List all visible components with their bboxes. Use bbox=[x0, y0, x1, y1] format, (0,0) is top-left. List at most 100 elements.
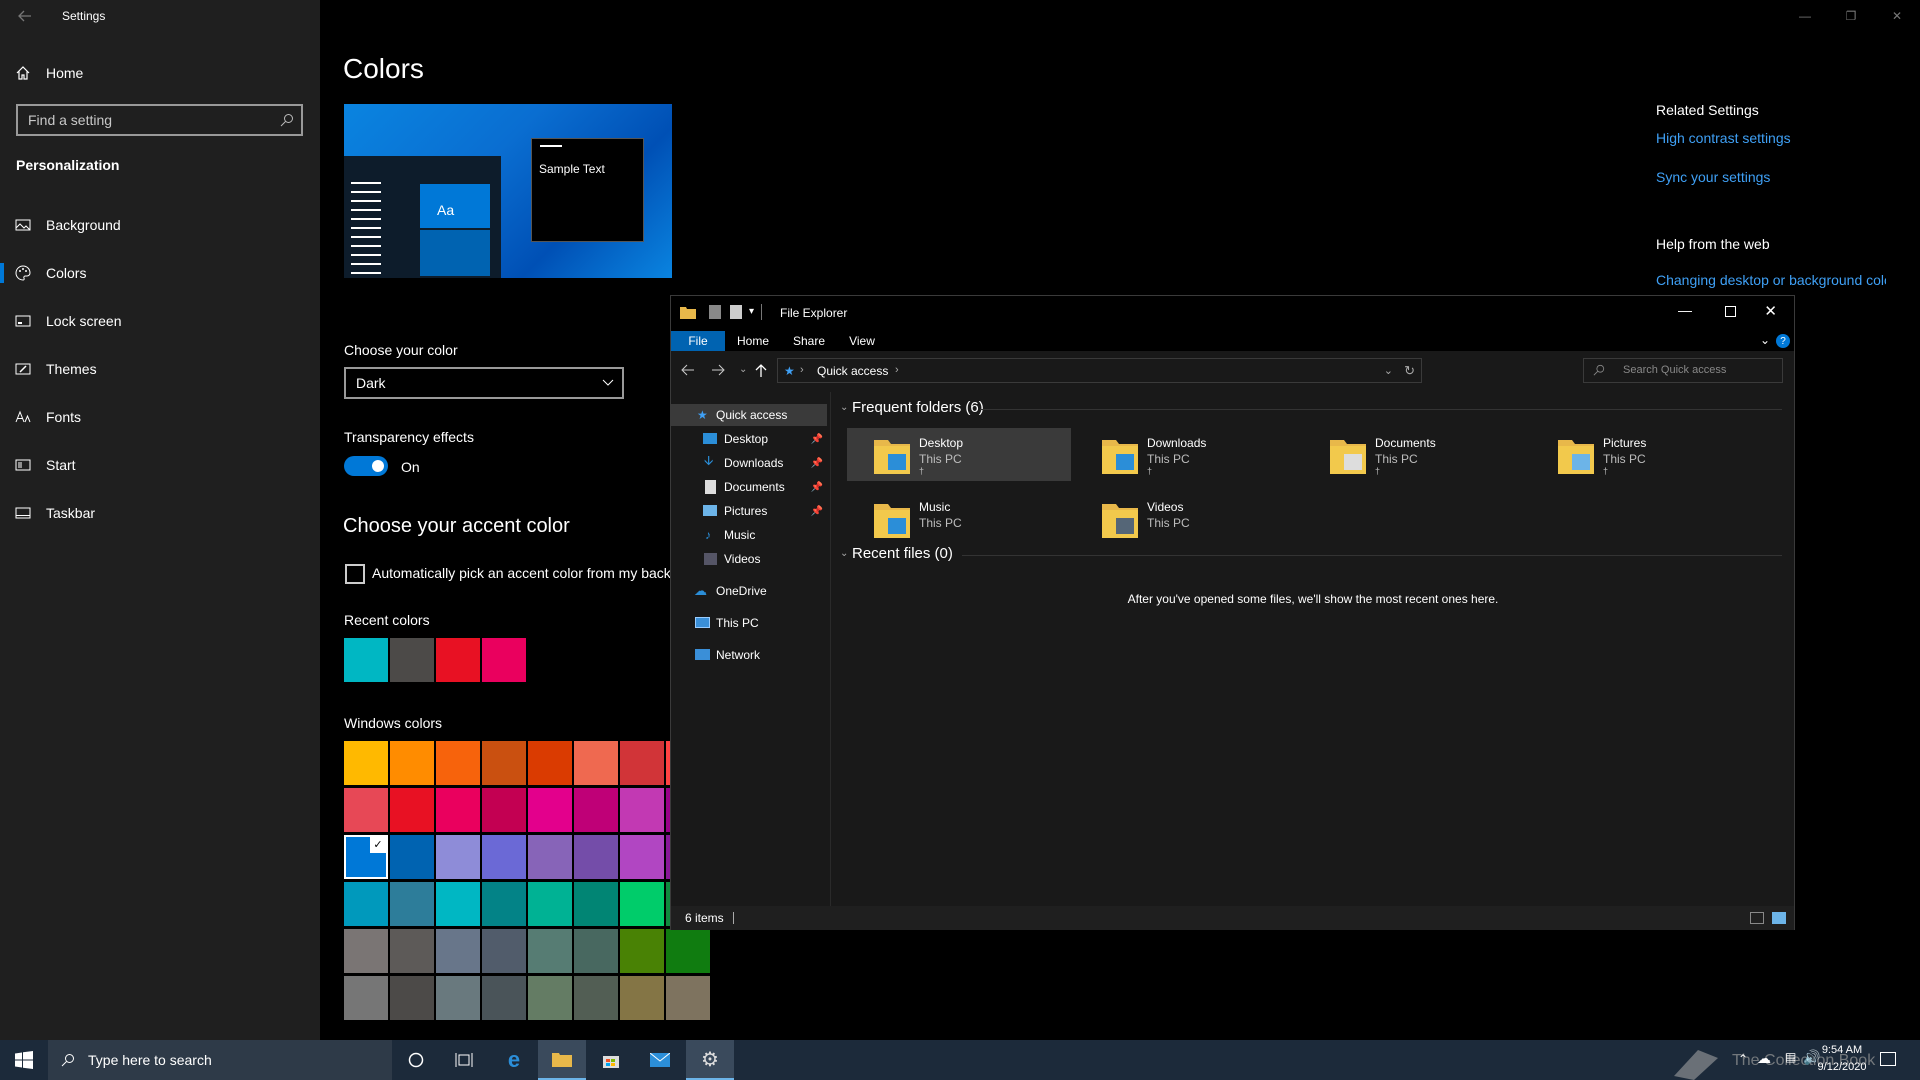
quick-access-toolbar-dropdown-icon[interactable]: ▾ bbox=[749, 306, 754, 317]
pane-quick-access[interactable]: ★ Quick access bbox=[671, 404, 827, 426]
recent-color-swatch[interactable] bbox=[390, 638, 434, 682]
high-contrast-link[interactable]: High contrast settings bbox=[1656, 130, 1791, 146]
auto-pick-checkbox[interactable] bbox=[345, 564, 365, 584]
restore-icon[interactable]: ❐ bbox=[1828, 0, 1874, 32]
pane-downloads[interactable]: 🡫 Downloads 📌 bbox=[671, 452, 827, 474]
color-swatch[interactable] bbox=[436, 976, 480, 1020]
start-button[interactable] bbox=[0, 1040, 48, 1080]
sidebar-item-colors[interactable]: Colors bbox=[0, 251, 320, 295]
forward-icon[interactable] bbox=[711, 364, 725, 376]
color-swatch[interactable] bbox=[436, 929, 480, 973]
folder-tile-desktop[interactable]: Desktop This PC † bbox=[847, 428, 1071, 481]
tab-file[interactable]: File bbox=[671, 331, 725, 351]
color-swatch[interactable] bbox=[528, 835, 572, 879]
collapse-chevron-icon[interactable]: ⌄ bbox=[840, 548, 848, 559]
recent-locations-icon[interactable]: ⌄ bbox=[739, 364, 747, 375]
close-icon[interactable]: ✕ bbox=[1874, 0, 1920, 32]
color-swatch[interactable] bbox=[344, 741, 388, 785]
details-view-icon[interactable] bbox=[1750, 912, 1764, 924]
task-view-icon[interactable] bbox=[440, 1040, 488, 1080]
explorer-search-input[interactable]: Search Quick access bbox=[1583, 358, 1783, 383]
color-swatch[interactable] bbox=[574, 929, 618, 973]
tab-share[interactable]: Share bbox=[781, 331, 837, 351]
properties-icon[interactable] bbox=[709, 305, 721, 319]
collapse-chevron-icon[interactable]: ⌄ bbox=[840, 402, 848, 413]
address-bar[interactable]: ★ › Quick access › ⌄ ↻ bbox=[777, 358, 1422, 383]
color-swatch[interactable] bbox=[390, 835, 434, 879]
pane-network[interactable]: Network bbox=[671, 644, 827, 666]
sidebar-item-background[interactable]: Background bbox=[0, 203, 320, 247]
pane-this-pc[interactable]: This PC bbox=[671, 612, 827, 634]
color-swatch[interactable]: ✓ bbox=[344, 835, 388, 879]
color-swatch[interactable] bbox=[344, 976, 388, 1020]
network-tray-icon[interactable]: ☁ bbox=[1757, 1050, 1771, 1067]
color-swatch[interactable] bbox=[482, 788, 526, 832]
color-swatch[interactable] bbox=[620, 741, 664, 785]
edge-icon[interactable]: e bbox=[490, 1040, 538, 1080]
sidebar-item-taskbar[interactable]: Taskbar bbox=[0, 491, 320, 535]
folder-tile-downloads[interactable]: Downloads This PC † bbox=[1075, 428, 1299, 481]
pane-videos[interactable]: Videos bbox=[671, 548, 827, 570]
sidebar-item-lock-screen[interactable]: Lock screen bbox=[0, 299, 320, 343]
taskbar-search-box[interactable]: Type here to search bbox=[48, 1040, 392, 1080]
sidebar-item-fonts[interactable]: Fonts bbox=[0, 395, 320, 439]
new-folder-icon[interactable] bbox=[730, 305, 742, 319]
tiles-view-icon[interactable] bbox=[1772, 912, 1786, 924]
color-swatch[interactable] bbox=[620, 882, 664, 926]
color-swatch[interactable] bbox=[482, 929, 526, 973]
recent-color-swatch[interactable] bbox=[344, 638, 388, 682]
color-swatch[interactable] bbox=[574, 741, 618, 785]
color-swatch[interactable] bbox=[482, 882, 526, 926]
color-swatch[interactable] bbox=[482, 741, 526, 785]
pane-pictures[interactable]: Pictures 📌 bbox=[671, 500, 827, 522]
color-swatch[interactable] bbox=[574, 882, 618, 926]
pane-desktop[interactable]: Desktop 📌 bbox=[671, 428, 827, 450]
cortana-icon[interactable] bbox=[392, 1040, 440, 1080]
recent-color-swatch[interactable] bbox=[436, 638, 480, 682]
color-swatch[interactable] bbox=[620, 835, 664, 879]
folder-tile-videos[interactable]: Videos This PC bbox=[1075, 492, 1299, 545]
refresh-icon[interactable]: ↻ bbox=[1404, 363, 1415, 379]
color-swatch[interactable] bbox=[666, 929, 710, 973]
color-swatch[interactable] bbox=[344, 929, 388, 973]
clock-date[interactable]: 9/12/2020 bbox=[1812, 1061, 1872, 1073]
color-swatch[interactable] bbox=[482, 976, 526, 1020]
back-arrow-icon[interactable] bbox=[17, 8, 33, 24]
color-swatch[interactable] bbox=[436, 741, 480, 785]
help-link[interactable]: Changing desktop or background colors bbox=[1656, 272, 1886, 290]
up-arrow-icon[interactable] bbox=[755, 363, 767, 377]
transparency-toggle[interactable] bbox=[344, 456, 388, 476]
color-swatch[interactable] bbox=[620, 976, 664, 1020]
color-swatch[interactable] bbox=[344, 788, 388, 832]
store-icon[interactable] bbox=[587, 1040, 635, 1080]
sync-settings-link[interactable]: Sync your settings bbox=[1656, 169, 1770, 185]
action-center-icon[interactable] bbox=[1880, 1052, 1896, 1066]
address-dropdown-icon[interactable]: ⌄ bbox=[1384, 364, 1393, 377]
pane-onedrive[interactable]: ☁ OneDrive bbox=[671, 580, 827, 602]
choose-color-dropdown[interactable]: Dark bbox=[344, 367, 624, 399]
color-swatch[interactable] bbox=[574, 976, 618, 1020]
folder-tile-pictures[interactable]: Pictures This PC † bbox=[1531, 428, 1755, 481]
maximize-icon[interactable] bbox=[1725, 306, 1736, 317]
color-swatch[interactable] bbox=[344, 882, 388, 926]
sidebar-item-themes[interactable]: Themes bbox=[0, 347, 320, 391]
color-swatch[interactable] bbox=[666, 976, 710, 1020]
color-swatch[interactable] bbox=[436, 788, 480, 832]
color-swatch[interactable] bbox=[528, 882, 572, 926]
back-icon[interactable] bbox=[681, 364, 695, 376]
color-swatch[interactable] bbox=[528, 976, 572, 1020]
file-explorer-taskbar-icon[interactable] bbox=[538, 1040, 586, 1080]
color-swatch[interactable] bbox=[574, 835, 618, 879]
find-setting-input[interactable]: Find a setting bbox=[16, 104, 303, 136]
color-swatch[interactable] bbox=[528, 929, 572, 973]
sidebar-item-start[interactable]: Start bbox=[0, 443, 320, 487]
minimize-icon[interactable]: — bbox=[1678, 302, 1692, 318]
color-swatch[interactable] bbox=[620, 929, 664, 973]
mail-icon[interactable] bbox=[636, 1040, 684, 1080]
tab-view[interactable]: View bbox=[837, 331, 887, 351]
color-swatch[interactable] bbox=[390, 976, 434, 1020]
folder-tile-documents[interactable]: Documents This PC † bbox=[1303, 428, 1527, 481]
color-swatch[interactable] bbox=[574, 788, 618, 832]
color-swatch[interactable] bbox=[436, 882, 480, 926]
expand-ribbon-icon[interactable]: ⌄ bbox=[1760, 333, 1770, 347]
